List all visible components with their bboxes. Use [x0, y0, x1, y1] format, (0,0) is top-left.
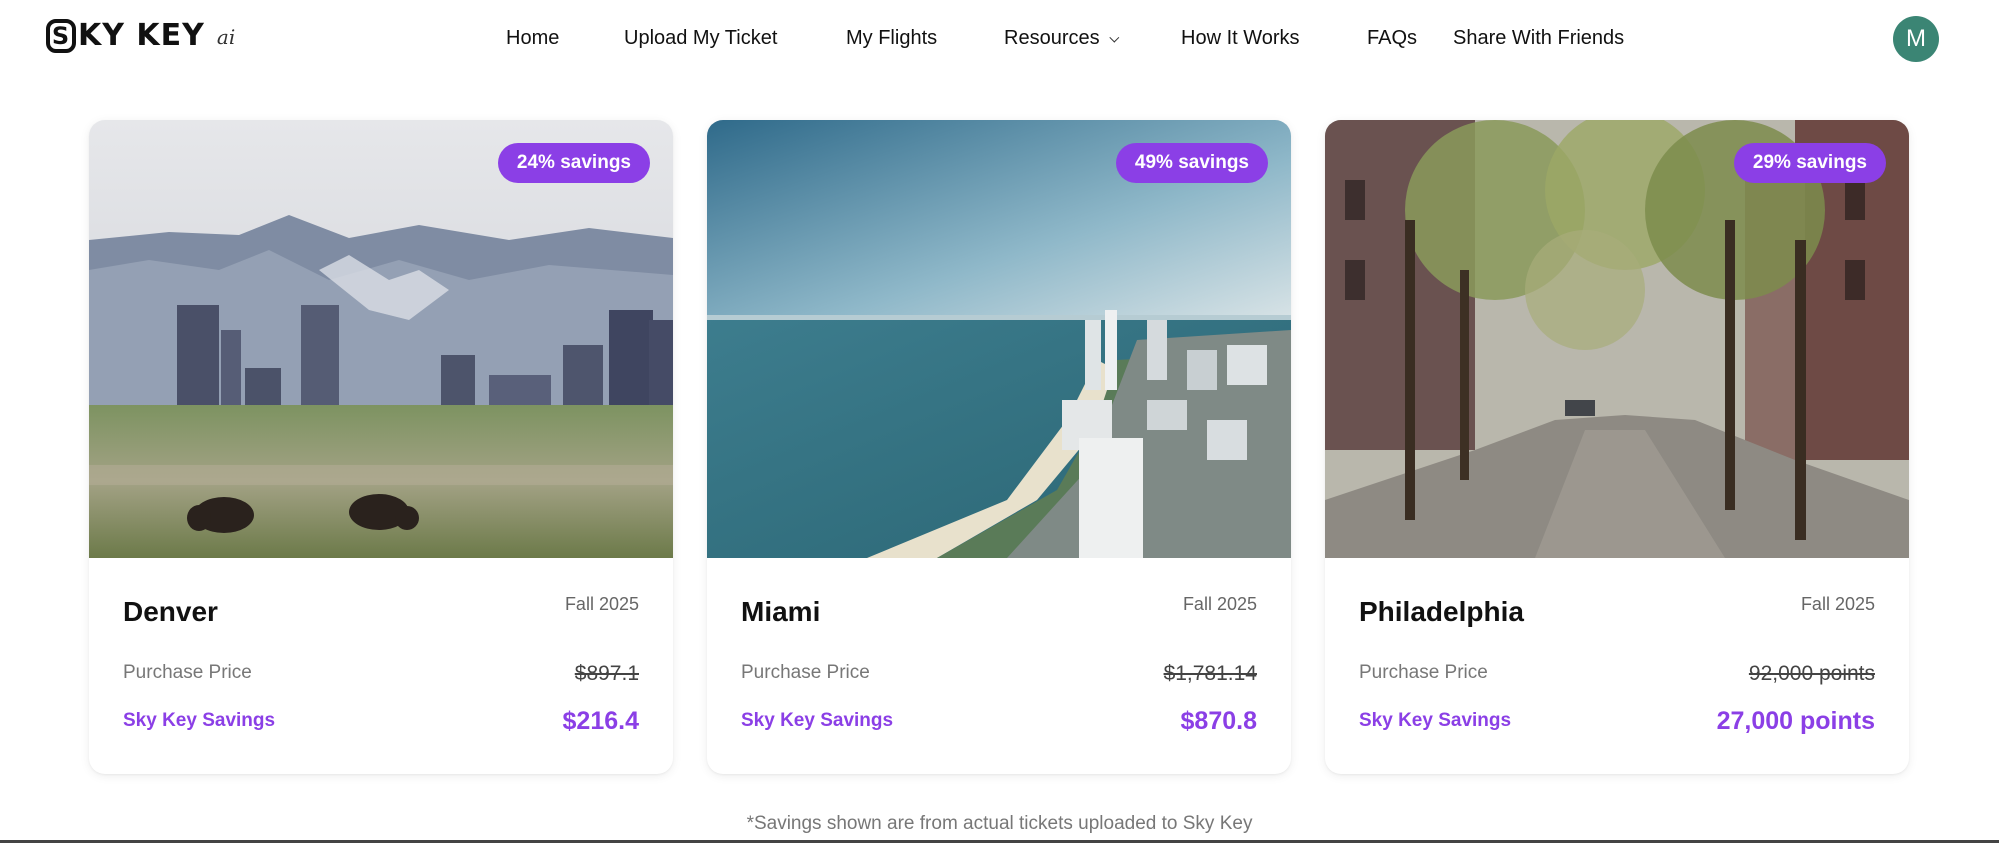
chevron-down-icon: [1108, 32, 1119, 43]
savings-label: Sky Key Savings: [741, 710, 894, 731]
savings-label: Sky Key Savings: [123, 710, 276, 731]
nav-home[interactable]: Home: [506, 27, 559, 50]
card-season: Fall 2025: [1800, 594, 1875, 614]
card-body: Denver Fall 2025 Purchase Price $897.1 S…: [89, 558, 673, 774]
purchase-price-value: 92,000 points: [1748, 662, 1875, 685]
savings-footnote: *Savings shown are from actual tickets u…: [746, 813, 1253, 834]
card-body: Philadelphia Fall 2025 Purchase Price 92…: [1325, 558, 1909, 774]
top-navbar: S KY KEY ai Home Upload My Ticket My Flig…: [0, 0, 1999, 80]
savings-value: $216.4: [562, 707, 639, 735]
savings-value: 27,000 points: [1716, 707, 1875, 735]
card-season: Fall 2025: [1182, 594, 1257, 614]
purchase-price-label: Purchase Price: [741, 662, 870, 683]
card-body: Miami Fall 2025 Purchase Price $1,781.14…: [707, 558, 1291, 774]
philadelphia-image: 29% savings: [1325, 120, 1909, 558]
nav-share-with-friends[interactable]: Share With Friends: [1453, 27, 1624, 50]
purchase-price-label: Purchase Price: [1359, 662, 1488, 683]
savings-label: Sky Key Savings: [1359, 710, 1512, 731]
savings-value: $870.8: [1180, 707, 1257, 735]
card-city: Philadelphia: [1359, 596, 1524, 627]
nav-resources-label: Resources: [1004, 27, 1100, 49]
card-city: Miami: [741, 596, 821, 627]
deal-card-denver[interactable]: 24% savings Denver Fall 2025 Purchase Pr…: [89, 120, 673, 774]
purchase-price-value: $1,781.14: [1163, 662, 1257, 685]
nav-how-it-works[interactable]: How It Works: [1181, 27, 1300, 50]
main-nav: Home Upload My Ticket My Flights Resourc…: [0, 27, 1999, 53]
deal-card-philadelphia[interactable]: 29% savings Philadelphia Fall 2025 Purch…: [1325, 120, 1909, 774]
nav-resources[interactable]: Resources: [1004, 27, 1119, 50]
deal-card-miami[interactable]: 49% savings Miami Fall 2025 Purchase Pri…: [707, 120, 1291, 774]
savings-badge: 24% savings: [497, 143, 650, 183]
savings-badge: 29% savings: [1733, 143, 1886, 183]
nav-upload-my-ticket[interactable]: Upload My Ticket: [624, 27, 777, 50]
card-city: Denver: [123, 596, 218, 627]
nav-my-flights[interactable]: My Flights: [846, 27, 937, 50]
card-season: Fall 2025: [564, 594, 639, 614]
user-avatar[interactable]: M: [1893, 16, 1939, 62]
denver-image: 24% savings: [89, 120, 673, 558]
purchase-price-label: Purchase Price: [123, 662, 252, 683]
purchase-price-value: $897.1: [574, 662, 639, 685]
savings-badge: 49% savings: [1115, 143, 1268, 183]
miami-image: 49% savings: [707, 120, 1291, 558]
nav-faqs[interactable]: FAQs: [1367, 27, 1417, 50]
